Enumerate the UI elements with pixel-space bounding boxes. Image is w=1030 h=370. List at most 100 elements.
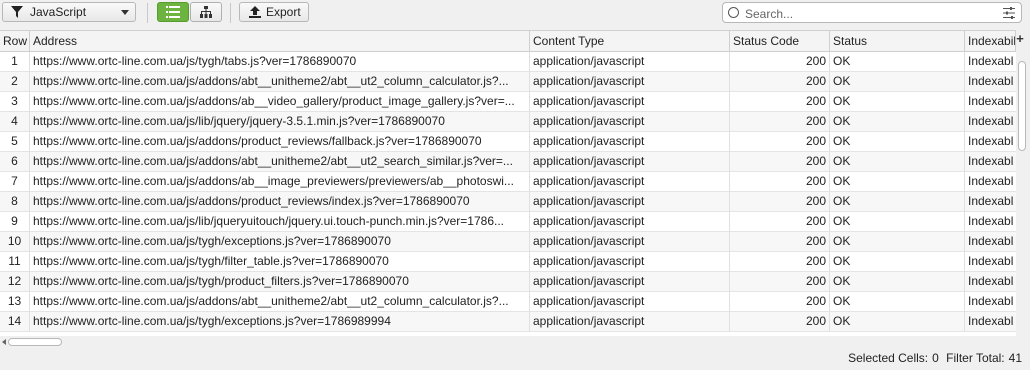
content-type-cell[interactable]: application/javascript xyxy=(530,272,730,292)
status-code-cell[interactable]: 200 xyxy=(730,252,830,272)
status-code-cell[interactable]: 200 xyxy=(730,132,830,152)
indexability-cell[interactable]: Indexabl xyxy=(965,52,1016,72)
status-cell[interactable]: OK xyxy=(830,312,965,332)
status-cell[interactable]: OK xyxy=(830,232,965,252)
address-cell[interactable]: https://www.ortc-line.com.ua/js/lib/jque… xyxy=(30,112,530,132)
table-row[interactable]: 4 https://www.ortc-line.com.ua/js/lib/jq… xyxy=(0,112,1016,132)
indexability-cell[interactable]: Indexabl xyxy=(965,252,1016,272)
address-cell[interactable]: https://www.ortc-line.com.ua/js/addons/a… xyxy=(30,92,530,112)
indexability-cell[interactable]: Indexabl xyxy=(965,72,1016,92)
indexability-cell[interactable]: Indexabl xyxy=(965,132,1016,152)
content-type-cell[interactable]: application/javascript xyxy=(530,292,730,312)
column-header-address[interactable]: Address xyxy=(30,31,530,51)
content-type-cell[interactable]: application/javascript xyxy=(530,172,730,192)
filter-dropdown[interactable]: JavaScript xyxy=(2,2,136,22)
address-cell[interactable]: https://www.ortc-line.com.ua/js/tygh/exc… xyxy=(30,232,530,252)
table-row[interactable]: 13 https://www.ortc-line.com.ua/js/addon… xyxy=(0,292,1016,312)
indexability-cell[interactable]: Indexabl xyxy=(965,292,1016,312)
address-cell[interactable]: https://www.ortc-line.com.ua/js/addons/p… xyxy=(30,132,530,152)
status-cell[interactable]: OK xyxy=(830,72,965,92)
status-code-cell[interactable]: 200 xyxy=(730,112,830,132)
table-row[interactable]: 5 https://www.ortc-line.com.ua/js/addons… xyxy=(0,132,1016,152)
address-cell[interactable]: https://www.ortc-line.com.ua/js/tygh/exc… xyxy=(30,312,530,332)
status-code-cell[interactable]: 200 xyxy=(730,292,830,312)
address-cell[interactable]: https://www.ortc-line.com.ua/js/tygh/tab… xyxy=(30,52,530,72)
status-cell[interactable]: OK xyxy=(830,292,965,312)
column-header-status-code[interactable]: Status Code xyxy=(730,31,830,51)
status-code-cell[interactable]: 200 xyxy=(730,172,830,192)
tree-view-button[interactable] xyxy=(190,2,222,22)
content-type-cell[interactable]: application/javascript xyxy=(530,212,730,232)
column-header-content-type[interactable]: Content Type xyxy=(530,31,730,51)
table-row[interactable]: 8 https://www.ortc-line.com.ua/js/addons… xyxy=(0,192,1016,212)
column-header-row[interactable]: Row xyxy=(0,31,30,51)
content-type-cell[interactable]: application/javascript xyxy=(530,152,730,172)
horizontal-scrollbar[interactable] xyxy=(0,336,1016,348)
column-header-indexability[interactable]: Indexabil xyxy=(965,31,1016,51)
indexability-cell[interactable]: Indexabl xyxy=(965,272,1016,292)
add-column-icon[interactable]: + xyxy=(1013,30,1027,50)
search-options-icon[interactable] xyxy=(1003,7,1015,19)
table-row[interactable]: 7 https://www.ortc-line.com.ua/js/addons… xyxy=(0,172,1016,192)
address-cell[interactable]: https://www.ortc-line.com.ua/js/addons/a… xyxy=(30,292,530,312)
status-code-cell[interactable]: 200 xyxy=(730,212,830,232)
status-code-cell[interactable]: 200 xyxy=(730,52,830,72)
indexability-cell[interactable]: Indexabl xyxy=(965,192,1016,212)
address-cell[interactable]: https://www.ortc-line.com.ua/js/tygh/fil… xyxy=(30,252,530,272)
list-view-button[interactable] xyxy=(157,2,189,22)
status-cell[interactable]: OK xyxy=(830,112,965,132)
table-row[interactable]: 9 https://www.ortc-line.com.ua/js/lib/jq… xyxy=(0,212,1016,232)
content-type-cell[interactable]: application/javascript xyxy=(530,112,730,132)
vertical-scrollbar[interactable] xyxy=(1016,51,1028,336)
status-code-cell[interactable]: 200 xyxy=(730,152,830,172)
content-type-cell[interactable]: application/javascript xyxy=(530,232,730,252)
status-code-cell[interactable]: 200 xyxy=(730,192,830,212)
indexability-cell[interactable]: Indexabl xyxy=(965,172,1016,192)
status-cell[interactable]: OK xyxy=(830,212,965,232)
scroll-left-icon[interactable] xyxy=(2,339,6,345)
indexability-cell[interactable]: Indexabl xyxy=(965,92,1016,112)
table-row[interactable]: 6 https://www.ortc-line.com.ua/js/addons… xyxy=(0,152,1016,172)
content-type-cell[interactable]: application/javascript xyxy=(530,92,730,112)
status-code-cell[interactable]: 200 xyxy=(730,72,830,92)
address-cell[interactable]: https://www.ortc-line.com.ua/js/tygh/pro… xyxy=(30,272,530,292)
table-row[interactable]: 11 https://www.ortc-line.com.ua/js/tygh/… xyxy=(0,252,1016,272)
status-cell[interactable]: OK xyxy=(830,132,965,152)
content-type-cell[interactable]: application/javascript xyxy=(530,312,730,332)
content-type-cell[interactable]: application/javascript xyxy=(530,252,730,272)
table-row[interactable]: 12 https://www.ortc-line.com.ua/js/tygh/… xyxy=(0,272,1016,292)
status-cell[interactable]: OK xyxy=(830,92,965,112)
table-row[interactable]: 3 https://www.ortc-line.com.ua/js/addons… xyxy=(0,92,1016,112)
status-code-cell[interactable]: 200 xyxy=(730,272,830,292)
status-cell[interactable]: OK xyxy=(830,272,965,292)
status-cell[interactable]: OK xyxy=(830,52,965,72)
status-code-cell[interactable]: 200 xyxy=(730,92,830,112)
search-box[interactable] xyxy=(722,2,1022,23)
table-row[interactable]: 14 https://www.ortc-line.com.ua/js/tygh/… xyxy=(0,312,1016,332)
status-cell[interactable]: OK xyxy=(830,172,965,192)
indexability-cell[interactable]: Indexabl xyxy=(965,312,1016,332)
vertical-scroll-thumb[interactable] xyxy=(1018,61,1026,151)
content-type-cell[interactable]: application/javascript xyxy=(530,132,730,152)
content-type-cell[interactable]: application/javascript xyxy=(530,192,730,212)
table-row[interactable]: 10 https://www.ortc-line.com.ua/js/tygh/… xyxy=(0,232,1016,252)
table-row[interactable]: 1 https://www.ortc-line.com.ua/js/tygh/t… xyxy=(0,52,1016,72)
content-type-cell[interactable]: application/javascript xyxy=(530,72,730,92)
search-input[interactable] xyxy=(743,4,997,23)
table-row[interactable]: 2 https://www.ortc-line.com.ua/js/addons… xyxy=(0,72,1016,92)
content-type-cell[interactable]: application/javascript xyxy=(530,52,730,72)
address-cell[interactable]: https://www.ortc-line.com.ua/js/addons/a… xyxy=(30,72,530,92)
address-cell[interactable]: https://www.ortc-line.com.ua/js/addons/a… xyxy=(30,152,530,172)
status-code-cell[interactable]: 200 xyxy=(730,312,830,332)
indexability-cell[interactable]: Indexabl xyxy=(965,232,1016,252)
indexability-cell[interactable]: Indexabl xyxy=(965,112,1016,132)
status-code-cell[interactable]: 200 xyxy=(730,232,830,252)
column-header-status[interactable]: Status xyxy=(830,31,965,51)
export-button[interactable]: Export xyxy=(239,2,309,22)
status-cell[interactable]: OK xyxy=(830,192,965,212)
status-cell[interactable]: OK xyxy=(830,152,965,172)
address-cell[interactable]: https://www.ortc-line.com.ua/js/addons/a… xyxy=(30,172,530,192)
address-cell[interactable]: https://www.ortc-line.com.ua/js/lib/jque… xyxy=(30,212,530,232)
indexability-cell[interactable]: Indexabl xyxy=(965,212,1016,232)
address-cell[interactable]: https://www.ortc-line.com.ua/js/addons/p… xyxy=(30,192,530,212)
